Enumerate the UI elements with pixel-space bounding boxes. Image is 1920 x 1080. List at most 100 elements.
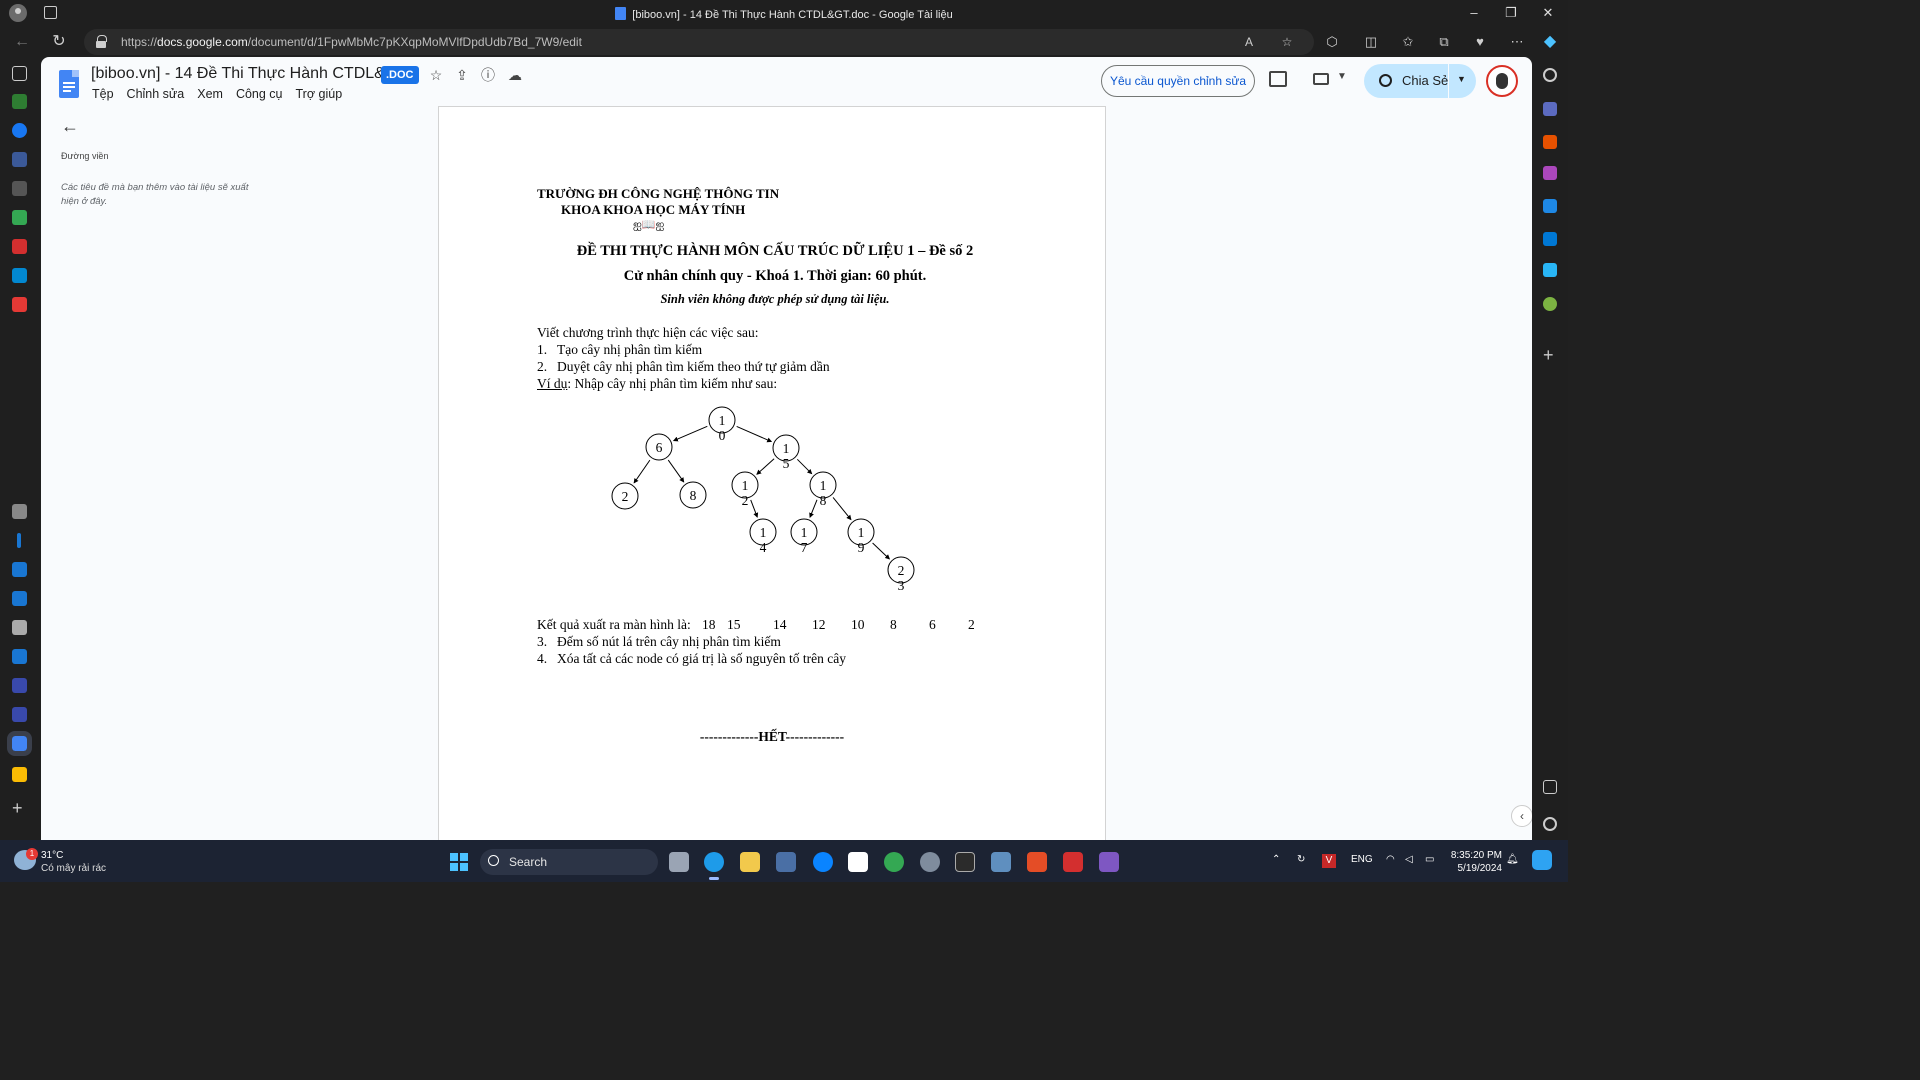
task-4-number: 4.	[537, 651, 548, 666]
task-view-icon[interactable]	[669, 852, 689, 872]
chrome-icon[interactable]	[884, 852, 904, 872]
tree-icon[interactable]	[1543, 297, 1557, 311]
right-sidebar: +	[1532, 57, 1568, 840]
collapse-panel-button[interactable]: ‹	[1511, 805, 1532, 827]
language-indicator[interactable]: ENG	[1351, 854, 1373, 865]
lock-icon[interactable]	[96, 35, 107, 48]
extensions-icon[interactable]: ⬡	[1320, 31, 1344, 53]
sidebar-app-icon[interactable]	[12, 678, 27, 693]
url-text[interactable]: https://docs.google.com/document/d/1FpwM…	[121, 35, 582, 49]
star-icon[interactable]: ☆	[427, 66, 445, 84]
battery-icon[interactable]: ▭	[1425, 854, 1434, 865]
app-icon[interactable]	[1099, 852, 1119, 872]
clock[interactable]: 8:35:20 PM 5/19/2024	[1448, 849, 1502, 875]
chevron-down-icon[interactable]: ▼	[1337, 71, 1347, 82]
search-icon[interactable]	[1543, 68, 1557, 82]
sidebar-app-icon[interactable]	[12, 152, 27, 167]
search-icon[interactable]	[12, 649, 27, 664]
chevron-up-icon[interactable]: ⌃	[1272, 854, 1280, 865]
read-aloud-icon[interactable]: A	[1240, 33, 1258, 51]
move-to-drive-icon[interactable]: ⇪	[453, 66, 471, 84]
menu-file[interactable]: Tệp	[92, 87, 114, 101]
settings-icon[interactable]	[1543, 817, 1557, 831]
windows-start-icon[interactable]	[450, 853, 468, 871]
copilot-icon[interactable]: ◆	[1538, 31, 1562, 53]
favorite-star-icon[interactable]: ☆	[1278, 33, 1296, 51]
info-icon[interactable]: ⓘ	[479, 66, 497, 84]
facebook-icon[interactable]	[12, 123, 27, 138]
menu-edit[interactable]: Chỉnh sửa	[127, 87, 185, 101]
zalo-icon[interactable]	[813, 852, 833, 872]
notification-bell-icon[interactable]: 🔔︎	[1506, 854, 1519, 865]
browser-essentials-icon[interactable]: ♥	[1468, 31, 1492, 53]
avatar[interactable]	[1486, 65, 1518, 97]
sidebar-app-icon[interactable]	[12, 94, 27, 109]
photos-icon[interactable]	[991, 852, 1011, 872]
copilot-sidebar-icon[interactable]	[1543, 199, 1557, 213]
telegram-icon[interactable]	[1543, 263, 1557, 277]
taskbar-search[interactable]: Search	[480, 849, 658, 875]
split-screen-icon[interactable]: ◫	[1359, 31, 1383, 53]
search-icon[interactable]	[12, 591, 27, 606]
sidebar-app-icon[interactable]	[12, 268, 27, 283]
app-icon[interactable]	[1063, 852, 1083, 872]
docs-sidebar-icon[interactable]	[7, 731, 32, 756]
tag-icon[interactable]	[1543, 102, 1557, 116]
request-edit-button[interactable]: Yêu cầu quyền chỉnh sửa	[1101, 65, 1255, 97]
sync-icon[interactable]: ↻	[1297, 854, 1305, 865]
document-title[interactable]: [biboo.vn] - 14 Đề Thi Thực Hành CTDL&GT	[91, 65, 407, 83]
outlook-icon[interactable]	[1543, 232, 1557, 246]
settings-icon[interactable]	[920, 852, 940, 872]
menu-view[interactable]: Xem	[197, 87, 223, 101]
docs-logo-icon[interactable]	[59, 70, 79, 98]
cloud-status-icon[interactable]: ☁	[506, 66, 524, 84]
sidebar-app-icon[interactable]	[12, 620, 27, 635]
share-button[interactable]: Chia Sẻ ▼	[1364, 64, 1476, 98]
back-arrow-icon[interactable]: ←	[61, 117, 79, 135]
tab-list-icon[interactable]	[12, 66, 27, 81]
app-icon[interactable]	[955, 852, 975, 872]
notion-icon[interactable]	[848, 852, 868, 872]
globe-icon	[1379, 74, 1392, 87]
back-icon[interactable]: ←	[10, 31, 34, 53]
address-bar[interactable]: https://docs.google.com/document/d/1FpwM…	[84, 29, 1314, 55]
sidebar-app-icon[interactable]	[12, 504, 27, 519]
weather-temperature[interactable]: 31°C	[41, 850, 63, 861]
favorites-icon[interactable]: ✩	[1396, 31, 1420, 53]
tree-node-label: 1	[820, 478, 827, 493]
toolbox-icon[interactable]	[1543, 135, 1557, 149]
chevron-down-icon[interactable]: ▼	[1457, 74, 1466, 84]
restore-button[interactable]: ❐	[1496, 4, 1526, 22]
more-menu-icon[interactable]: ⋯	[1505, 31, 1529, 53]
vivaldi-icon[interactable]: V	[1322, 854, 1336, 868]
drive-icon[interactable]	[12, 210, 27, 225]
refresh-icon[interactable]: ↻	[47, 31, 71, 53]
close-button[interactable]: ✕	[1533, 4, 1563, 22]
wps-icon[interactable]	[1027, 852, 1047, 872]
add-icon[interactable]: +	[1543, 346, 1557, 364]
file-explorer-icon[interactable]	[740, 852, 760, 872]
sidebar-app-icon[interactable]	[12, 181, 27, 196]
games-icon[interactable]	[1543, 166, 1557, 180]
screenshot-icon[interactable]	[1543, 780, 1557, 794]
drive-icon[interactable]	[12, 767, 27, 782]
document-page[interactable]: TRƯỜNG ĐH CÔNG NGHỆ THÔNG TIN KHOA KHOA …	[438, 106, 1106, 840]
collections-icon[interactable]: ⧉	[1432, 31, 1456, 53]
minimize-button[interactable]: –	[1459, 4, 1489, 22]
youtube-icon[interactable]	[12, 297, 27, 312]
wifi-icon[interactable]: ◠	[1386, 854, 1395, 865]
weather-description[interactable]: Có mây rải rác	[41, 863, 106, 874]
meet-icon[interactable]	[1313, 73, 1329, 85]
sidebar-app-icon[interactable]	[12, 239, 27, 254]
edge-icon[interactable]	[704, 852, 724, 880]
search-icon[interactable]	[12, 562, 27, 577]
dev-app-icon[interactable]	[776, 852, 796, 872]
add-icon[interactable]: +	[12, 799, 27, 817]
sidebar-app-icon[interactable]	[12, 707, 27, 722]
comment-icon[interactable]	[1269, 71, 1287, 87]
menu-tools[interactable]: Công cụ	[236, 87, 283, 101]
sidebar-app-icon[interactable]	[17, 533, 21, 548]
copilot-taskbar-icon[interactable]	[1532, 850, 1552, 870]
volume-icon[interactable]: ◁	[1405, 854, 1413, 865]
menu-help[interactable]: Trợ giúp	[296, 87, 343, 101]
